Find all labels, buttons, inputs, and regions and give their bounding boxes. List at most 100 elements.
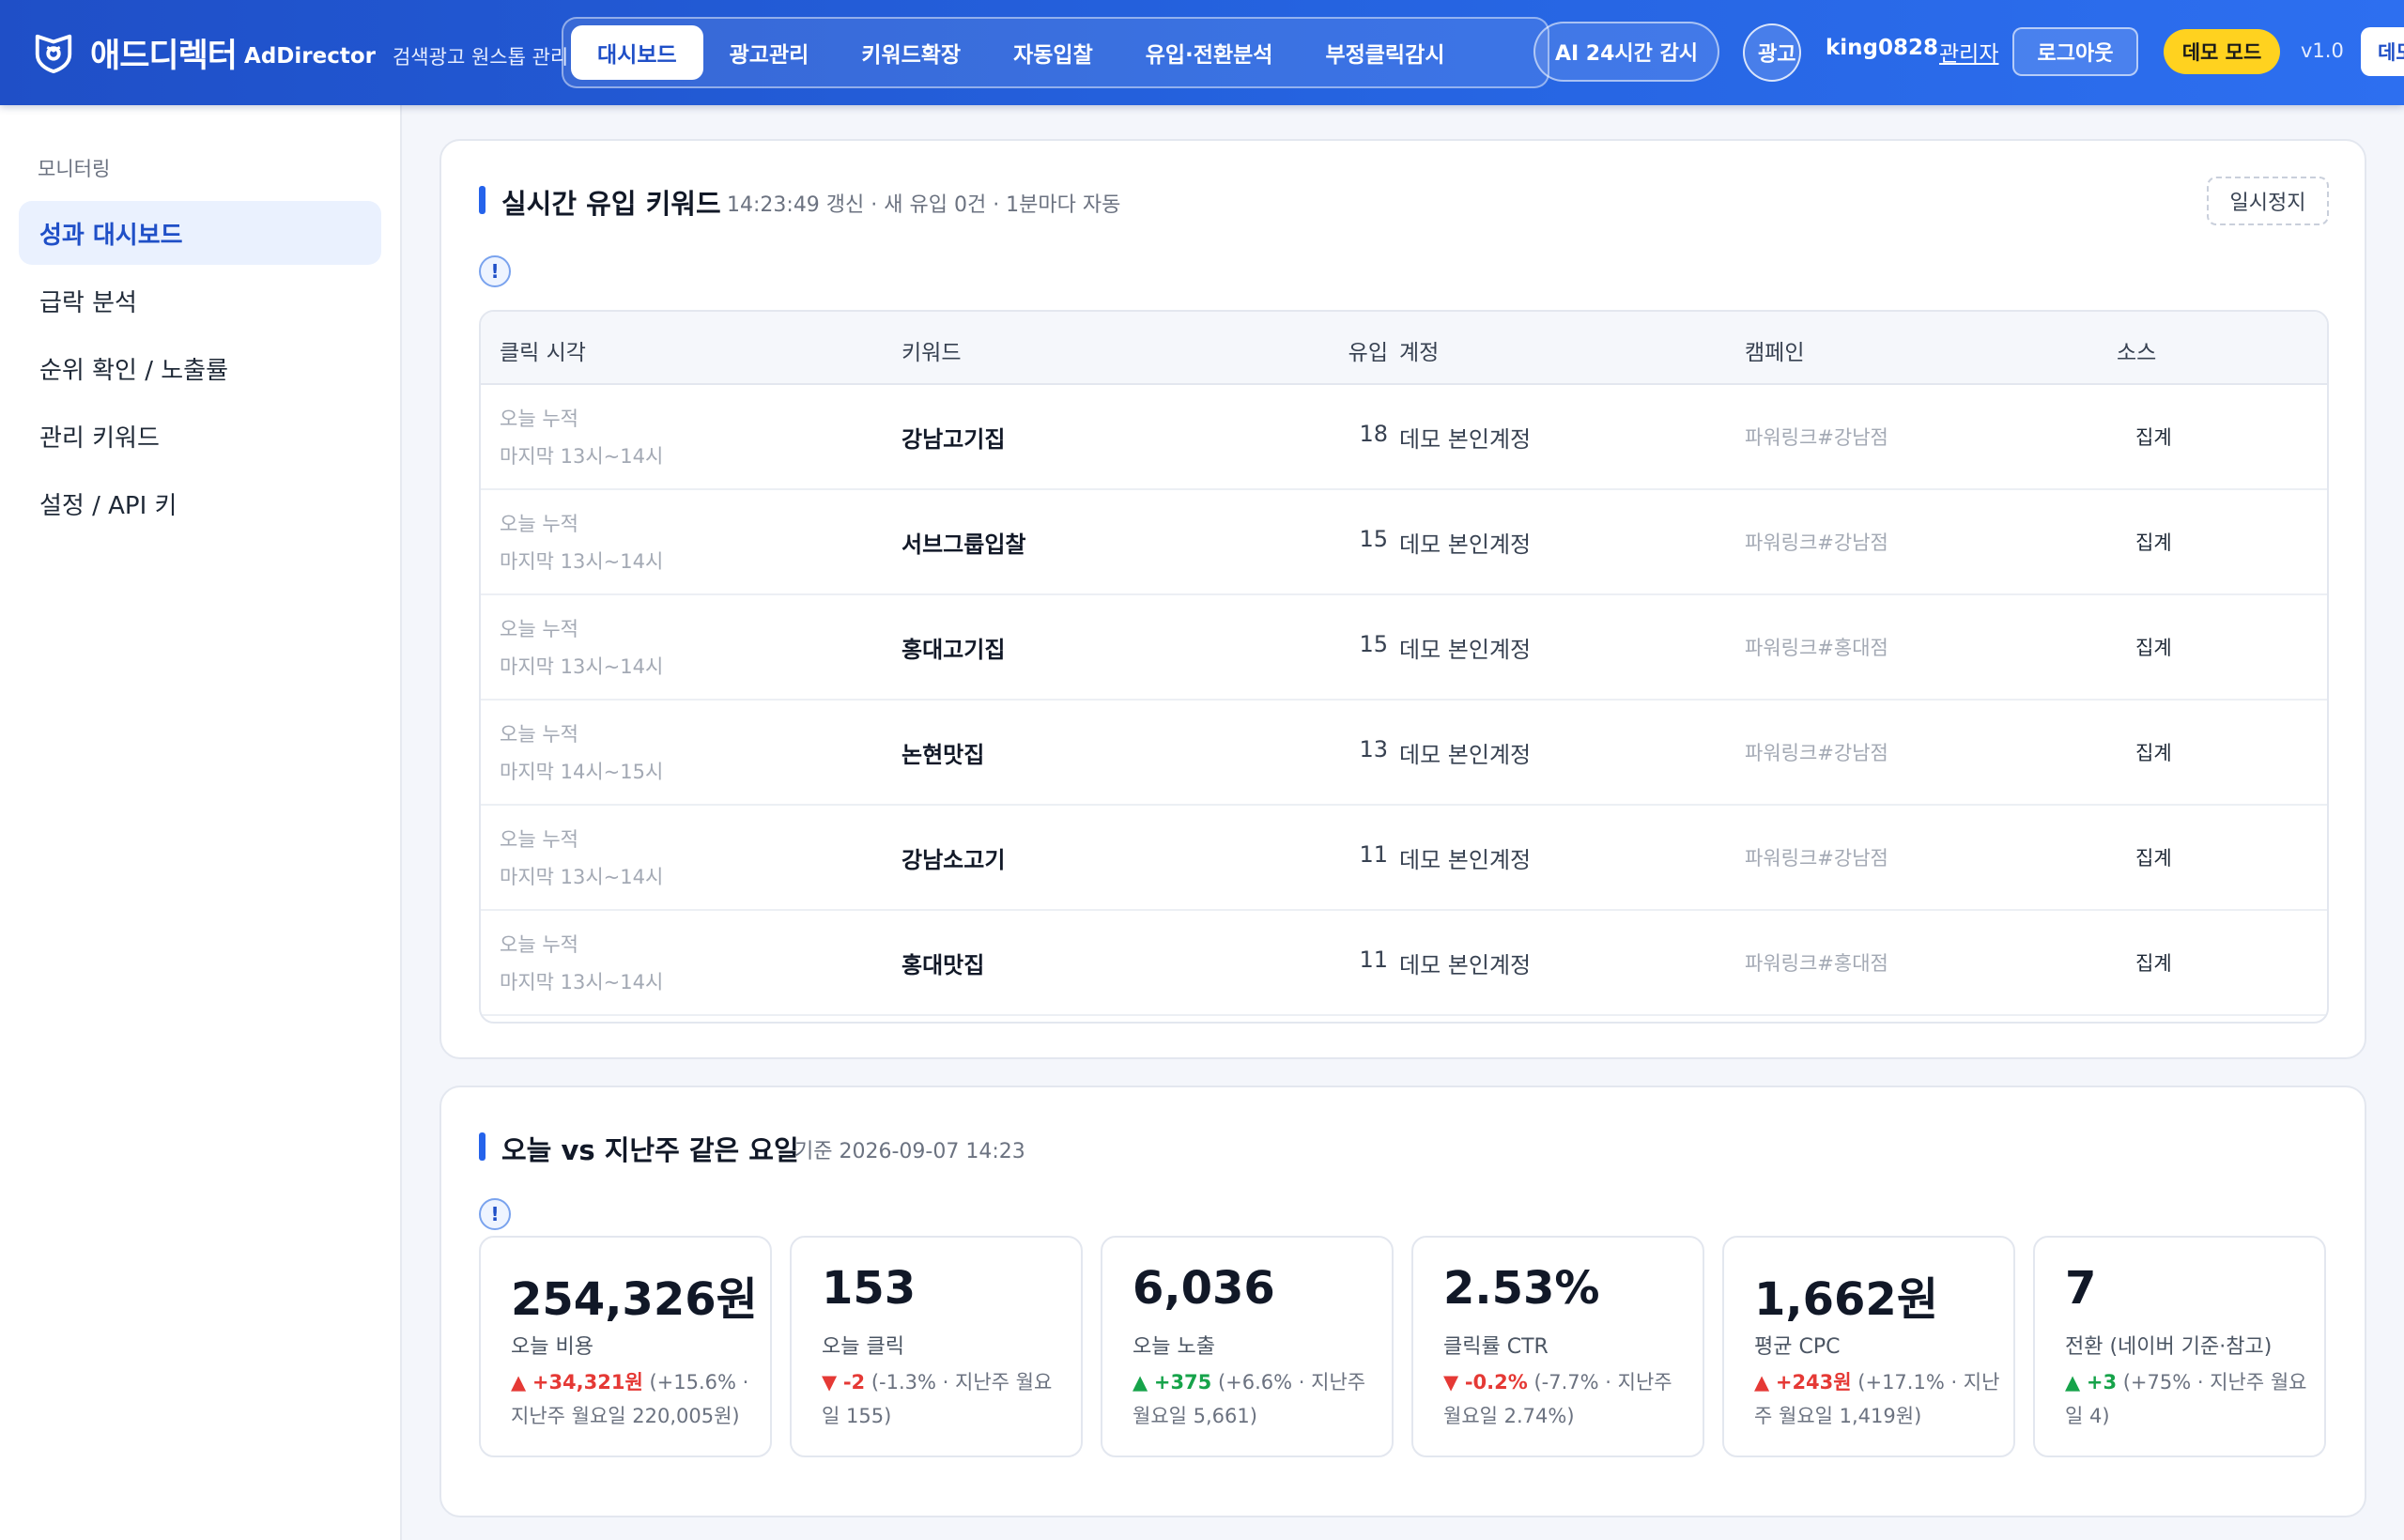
brand[interactable]: 애드디렉터 AdDirector 검색광고 원스톱 관리 bbox=[32, 0, 568, 105]
kpi-delta-value: +3 bbox=[2086, 1371, 2118, 1394]
kpi-delta: ▲ +243원 (+17.1% · 지난주 월요일 1,419원) bbox=[1754, 1365, 2000, 1433]
column-visits[interactable]: 유입 bbox=[1317, 334, 1388, 366]
kpi-delta: ▲ +375 (+6.6% · 지난주 월요일 5,661) bbox=[1133, 1365, 1379, 1433]
row-time-label: 오늘 누적 bbox=[500, 408, 578, 430]
kpi-delta-value: -2 bbox=[842, 1371, 866, 1394]
kpi-label: 오늘 클릭 bbox=[822, 1335, 904, 1359]
info-icon[interactable]: ! bbox=[479, 1198, 511, 1230]
table-row[interactable]: 오늘 누적 마지막 13시~14시 홍대맛집 11 데모 본인계정 파워링크#홍… bbox=[481, 911, 2327, 1016]
row-visits: 13 bbox=[1359, 736, 1388, 762]
triangle-up-icon: ▲ bbox=[511, 1371, 527, 1394]
row-time-label: 오늘 누적 bbox=[500, 513, 578, 535]
version-label: v1.0 bbox=[2301, 39, 2344, 62]
kpi-label: 클릭률 CTR bbox=[1443, 1335, 1549, 1359]
username: king0828 bbox=[1826, 36, 1939, 60]
kpi-label: 오늘 노출 bbox=[1133, 1335, 1215, 1359]
nav-dashboard[interactable]: 대시보드 bbox=[571, 25, 703, 80]
row-source: 집계 bbox=[2135, 952, 2172, 975]
row-time-label: 오늘 누적 bbox=[500, 723, 578, 746]
title-accent-bar bbox=[479, 186, 485, 214]
row-source: 집계 bbox=[2135, 637, 2172, 659]
row-visits: 11 bbox=[1359, 841, 1388, 868]
demo-toggle-button[interactable]: 데모 bbox=[2361, 27, 2404, 76]
nav-click-fraud[interactable]: 부정클릭감시 bbox=[1299, 25, 1471, 80]
kpi-delta-value: +243원 bbox=[1775, 1371, 1852, 1394]
sidebar-item-rank-check[interactable]: 순위 확인 / 노출률 bbox=[19, 336, 381, 400]
shield-logo-icon bbox=[35, 34, 72, 74]
sidebar: 모니터링 성과 대시보드 급락 분석 순위 확인 / 노출률 관리 키워드 설정… bbox=[0, 105, 402, 1540]
triangle-up-icon: ▲ bbox=[1754, 1371, 1770, 1394]
row-keyword: 강남소고기 bbox=[902, 847, 1006, 873]
kpi-label: 오늘 비용 bbox=[511, 1335, 593, 1359]
table-row[interactable]: 오늘 누적 마지막 13시~14시 강남소고기 11 데모 본인계정 파워링크#… bbox=[481, 806, 2327, 911]
row-keyword: 강남고기집 bbox=[902, 426, 1006, 453]
sidebar-item-settings-api[interactable]: 설정 / API 키 bbox=[19, 471, 381, 535]
main-nav: 대시보드 광고관리 키워드확장 자동입찰 유입·전환분석 부정클릭감시 bbox=[562, 17, 1549, 88]
realtime-subtitle: 14:23:49 갱신 · 새 유입 0건 · 1분마다 자동 bbox=[727, 193, 1121, 217]
kpi-delta-value: -0.2% bbox=[1464, 1371, 1528, 1394]
row-time-label: 오늘 누적 bbox=[500, 828, 578, 851]
row-campaign: 파워링크#홍대점 bbox=[1745, 952, 1888, 975]
row-campaign: 파워링크#강남점 bbox=[1745, 531, 1888, 554]
row-visits: 15 bbox=[1359, 526, 1388, 552]
realtime-keyword-card: 실시간 유입 키워드 14:23:49 갱신 · 새 유입 0건 · 1분마다 … bbox=[439, 139, 2366, 1059]
kpi-value: 254,326원 bbox=[511, 1273, 758, 1326]
kpi-value: 1,662원 bbox=[1754, 1273, 1938, 1326]
table-row[interactable]: 오늘 누적 마지막 13시~14시 홍대고기집 15 데모 본인계정 파워링크#… bbox=[481, 595, 2327, 701]
row-time-label: 오늘 누적 bbox=[500, 933, 578, 956]
row-account: 데모 본인계정 bbox=[1399, 952, 1532, 978]
table-row[interactable]: 오늘 누적 마지막 13시~14시 서브그룹입찰 15 데모 본인계정 파워링크… bbox=[481, 490, 2327, 595]
triangle-down-icon: ▼ bbox=[1443, 1371, 1459, 1394]
column-account[interactable]: 계정 bbox=[1399, 334, 1439, 366]
row-account: 데모 본인계정 bbox=[1399, 637, 1532, 663]
kpi-delta: ▼ -0.2% (-7.7% · 지난주 월요일 2.74%) bbox=[1443, 1365, 1689, 1433]
nav-traffic-conversion[interactable]: 유입·전환분석 bbox=[1119, 25, 1300, 80]
triangle-up-icon: ▲ bbox=[2065, 1371, 2081, 1394]
column-campaign[interactable]: 캠페인 bbox=[1745, 334, 1804, 366]
realtime-keyword-table: 클릭 시각 키워드 유입 계정 캠페인 소스 오늘 누적 마지막 13시~14시… bbox=[479, 310, 2329, 1024]
column-click-time[interactable]: 클릭 시각 bbox=[500, 334, 586, 366]
row-account: 데모 본인계정 bbox=[1399, 426, 1532, 453]
brand-name-korean: 애드디렉터 bbox=[90, 37, 238, 75]
sidebar-item-performance-dashboard[interactable]: 성과 대시보드 bbox=[19, 201, 381, 265]
logout-button[interactable]: 로그아웃 bbox=[2012, 27, 2138, 76]
ai-monitor-button[interactable]: AI 24시간 감시 bbox=[1533, 22, 1719, 82]
table-row[interactable]: 오늘 누적 마지막 14시~15시 논현맛집 13 데모 본인계정 파워링크#강… bbox=[481, 701, 2327, 806]
sidebar-item-managed-keywords[interactable]: 관리 키워드 bbox=[19, 404, 381, 468]
sidebar-item-drop-analysis[interactable]: 급락 분석 bbox=[19, 269, 381, 332]
row-campaign: 파워링크#홍대점 bbox=[1745, 637, 1888, 659]
row-source: 집계 bbox=[2135, 742, 2172, 764]
row-keyword: 서브그룹입찰 bbox=[902, 531, 1026, 558]
nav-ad-management[interactable]: 광고관리 bbox=[703, 25, 836, 80]
kpi-card-cost: 254,326원 오늘 비용 ▲ +34,321원 (+15.6% · 지난주 … bbox=[479, 1236, 772, 1457]
nav-keyword-expansion[interactable]: 키워드확장 bbox=[835, 25, 987, 80]
kpi-card-cpc: 1,662원 평균 CPC ▲ +243원 (+17.1% · 지난주 월요일 … bbox=[1722, 1236, 2015, 1457]
kpi-value: 7 bbox=[2065, 1262, 2097, 1315]
top-header: 애드디렉터 AdDirector 검색광고 원스톱 관리 대시보드 광고관리 키… bbox=[0, 0, 2404, 105]
kpi-card-conversions: 7 전환 (네이버 기준·참고) ▲ +3 (+75% · 지난주 월요일 4) bbox=[2033, 1236, 2326, 1457]
column-source[interactable]: 소스 bbox=[2117, 334, 2156, 366]
row-campaign: 파워링크#강남점 bbox=[1745, 742, 1888, 764]
row-account: 데모 본인계정 bbox=[1399, 742, 1532, 768]
admin-link[interactable]: 관리자 bbox=[1939, 36, 1998, 68]
kpi-delta-value: +34,321원 bbox=[532, 1371, 643, 1394]
nav-auto-bidding[interactable]: 자동입찰 bbox=[987, 25, 1119, 80]
column-keyword[interactable]: 키워드 bbox=[902, 334, 961, 366]
kpi-delta: ▲ +34,321원 (+15.6% · 지난주 월요일 220,005원) bbox=[511, 1365, 757, 1433]
avatar[interactable]: 광고 bbox=[1743, 23, 1801, 82]
table-row[interactable]: 오늘 누적 마지막 13시~14시 강남고기집 18 데모 본인계정 파워링크#… bbox=[481, 385, 2327, 490]
row-campaign: 파워링크#강남점 bbox=[1745, 847, 1888, 870]
kpi-label: 전환 (네이버 기준·참고) bbox=[2065, 1335, 2273, 1359]
row-time-range: 마지막 13시~14시 bbox=[500, 550, 664, 573]
kpi-value: 153 bbox=[822, 1262, 917, 1315]
row-time-range: 마지막 13시~14시 bbox=[500, 971, 664, 993]
row-time-range: 마지막 13시~14시 bbox=[500, 866, 664, 888]
info-icon[interactable]: ! bbox=[479, 255, 511, 287]
pause-button[interactable]: 일시정지 bbox=[2207, 177, 2329, 225]
compare-title: 오늘 vs 지난주 같은 요일 bbox=[501, 1134, 799, 1166]
row-source: 집계 bbox=[2135, 531, 2172, 554]
row-account: 데모 본인계정 bbox=[1399, 531, 1532, 558]
kpi-delta: ▼ -2 (-1.3% · 지난주 월요일 155) bbox=[822, 1365, 1068, 1433]
demo-mode-badge[interactable]: 데모 모드 bbox=[2164, 29, 2280, 74]
row-time-label: 오늘 누적 bbox=[500, 618, 578, 640]
